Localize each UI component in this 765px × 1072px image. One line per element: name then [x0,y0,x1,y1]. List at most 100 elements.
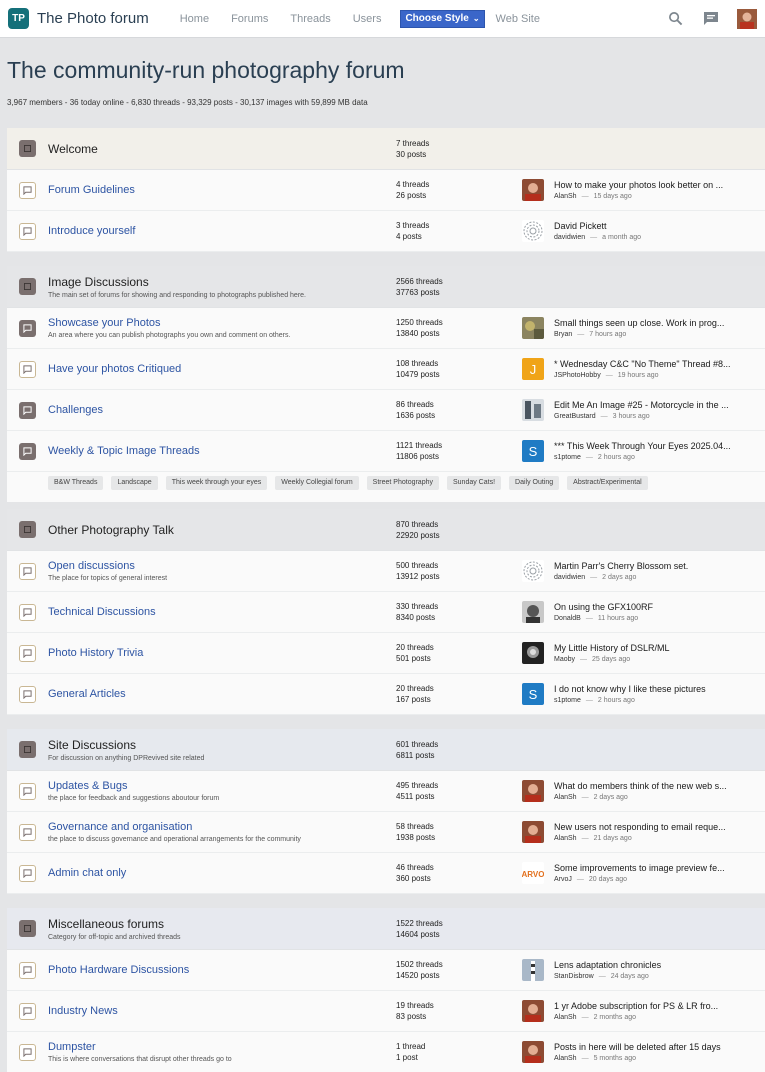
last-post-title[interactable]: I do not know why I like these pictures [554,684,706,694]
last-post-title[interactable]: Martin Parr's Cherry Blossom set. [554,561,688,571]
messages-icon[interactable] [703,11,719,27]
category-name[interactable]: Other Photography Talk [48,523,390,537]
last-post-user[interactable]: AlanSh [554,193,577,200]
last-post-avatar[interactable] [522,220,544,242]
forum-row[interactable]: Introduce yourself 3 threads 4 posts David … [7,211,765,252]
forum-link[interactable]: Technical Discussions [48,606,390,618]
subforum-tag[interactable]: Abstract/Experimental [567,476,648,490]
last-post-avatar[interactable]: S [522,683,544,705]
forum-row[interactable]: Have your photos Critiqued 108 threads 104… [7,349,765,390]
forum-link[interactable]: Forum Guidelines [48,184,390,196]
user-avatar[interactable] [737,8,757,29]
forum-row[interactable]: Showcase your Photos An area where you ca… [7,308,765,349]
last-post-user[interactable]: GreatBustard [554,413,596,420]
nav-web-site[interactable]: Web Site [496,13,540,25]
forum-row[interactable]: Photo Hardware Discussions 1502 threads 14… [7,950,765,991]
category-name[interactable]: Miscellaneous forums [48,917,390,931]
last-post-avatar[interactable] [522,601,544,623]
last-post-title[interactable]: *** This Week Through Your Eyes 2025.04.… [554,441,731,451]
last-post-user[interactable]: ArvoJ [554,876,572,883]
forum-link[interactable]: Admin chat only [48,867,390,879]
choose-style-button[interactable]: Choose Style ⌄ [400,9,485,28]
subforum-tag[interactable]: Weekly Collegial forum [275,476,359,490]
forum-row[interactable]: Open discussions The place for topics of … [7,551,765,592]
nav-forums[interactable]: Forums [231,13,268,25]
last-post-user[interactable]: AlanSh [554,794,577,801]
last-post-title[interactable]: Small things seen up close. Work in prog… [554,318,724,328]
last-post-title[interactable]: What do members think of the new web s..… [554,781,727,791]
nav-users[interactable]: Users [353,13,382,25]
last-post-title[interactable]: Posts in here will be deleted after 15 d… [554,1042,721,1052]
last-post-user[interactable]: AlanSh [554,835,577,842]
nav-threads[interactable]: Threads [290,13,330,25]
subforum-tag[interactable]: B&W Threads [48,476,104,490]
last-post-avatar[interactable] [522,179,544,201]
last-post-user[interactable]: StanDisbrow [554,973,594,980]
last-post-title[interactable]: New users not responding to email reque.… [554,822,726,832]
forum-row[interactable]: Dumpster This is where conversations that… [7,1032,765,1072]
forum-link[interactable]: Challenges [48,404,390,416]
last-post-avatar[interactable] [522,317,544,339]
last-post-title[interactable]: Edit Me An Image #25 - Motorcycle in the… [554,400,729,410]
last-post-user[interactable]: davidwien [554,574,585,581]
site-logo-icon[interactable]: TP [8,8,29,29]
forum-link[interactable]: Weekly & Topic Image Threads [48,445,390,457]
last-post-title[interactable]: My Little History of DSLR/ML [554,643,670,653]
subforum-tag[interactable]: Sunday Cats! [447,476,502,490]
last-post-title[interactable]: David Pickett [554,221,641,231]
nav-home[interactable]: Home [180,13,209,25]
last-post-avatar[interactable] [522,780,544,802]
category-row[interactable]: Other Photography Talk 870 threads 22920 p… [7,509,765,551]
subforum-tag[interactable]: Landscape [111,476,158,490]
last-post-avatar[interactable]: ARVO [522,862,544,884]
forum-row[interactable]: General Articles 20 threads 167 posts S I do… [7,674,765,715]
forum-link[interactable]: Photo History Trivia [48,647,390,659]
last-post-avatar[interactable] [522,821,544,843]
last-post-user[interactable]: AlanSh [554,1055,577,1062]
category-row[interactable]: Miscellaneous forums Category for off-top… [7,908,765,950]
forum-link[interactable]: Introduce yourself [48,225,390,237]
last-post-title[interactable]: How to make your photos look better on .… [554,180,723,190]
forum-link[interactable]: Updates & Bugs [48,780,390,792]
last-post-title[interactable]: * Wednesday C&C "No Theme" Thread #8... [554,359,730,369]
forum-row[interactable]: Industry News 19 threads 83 posts 1 yr Adob… [7,991,765,1032]
subforum-tag[interactable]: This week through your eyes [165,476,268,490]
forum-row[interactable]: Challenges 86 threads 1636 posts Edit Me An… [7,390,765,431]
category-row[interactable]: Image Discussions The main set of forums … [7,266,765,308]
forum-row[interactable]: Governance and organisation the place to … [7,812,765,853]
subforum-tag[interactable]: Street Photography [366,476,439,490]
last-post-avatar[interactable] [522,560,544,582]
forum-link[interactable]: Industry News [48,1005,390,1017]
last-post-avatar[interactable] [522,642,544,664]
forum-link[interactable]: Photo Hardware Discussions [48,964,390,976]
last-post-user[interactable]: Maoby [554,656,575,663]
forum-row[interactable]: Weekly & Topic Image Threads 1121 threads… [7,431,765,472]
forum-row[interactable]: Forum Guidelines 4 threads 26 posts How to … [7,170,765,211]
forum-row[interactable]: Technical Discussions 330 threads 8340 pos… [7,592,765,633]
last-post-avatar[interactable] [522,399,544,421]
forum-link[interactable]: Open discussions [48,560,390,572]
category-row[interactable]: Site Discussions For discussion on anythi… [7,729,765,771]
last-post-avatar[interactable] [522,959,544,981]
category-name[interactable]: Image Discussions [48,275,390,289]
forum-link[interactable]: Have your photos Critiqued [48,363,390,375]
last-post-user[interactable]: davidwien [554,234,585,241]
last-post-user[interactable]: Bryan [554,331,572,338]
last-post-avatar[interactable]: J [522,358,544,380]
forum-link[interactable]: Governance and organisation [48,821,390,833]
subforum-tag[interactable]: Daily Outing [509,476,560,490]
forum-link[interactable]: Showcase your Photos [48,317,390,329]
forum-link[interactable]: General Articles [48,688,390,700]
forum-link[interactable]: Dumpster [48,1041,390,1053]
last-post-user[interactable]: s1ptome [554,697,581,704]
site-title[interactable]: The Photo forum [37,10,149,27]
last-post-avatar[interactable] [522,1000,544,1022]
last-post-title[interactable]: Some improvements to image preview fe... [554,863,725,873]
last-post-title[interactable]: 1 yr Adobe subscription for PS & LR fro.… [554,1001,718,1011]
last-post-title[interactable]: Lens adaptation chronicles [554,960,661,970]
category-row[interactable]: Welcome 7 threads 30 posts [7,128,765,170]
last-post-avatar[interactable]: S [522,440,544,462]
last-post-user[interactable]: AlanSh [554,1014,577,1021]
last-post-user[interactable]: DonaldB [554,615,581,622]
forum-row[interactable]: Updates & Bugs the place for feedback and… [7,771,765,812]
